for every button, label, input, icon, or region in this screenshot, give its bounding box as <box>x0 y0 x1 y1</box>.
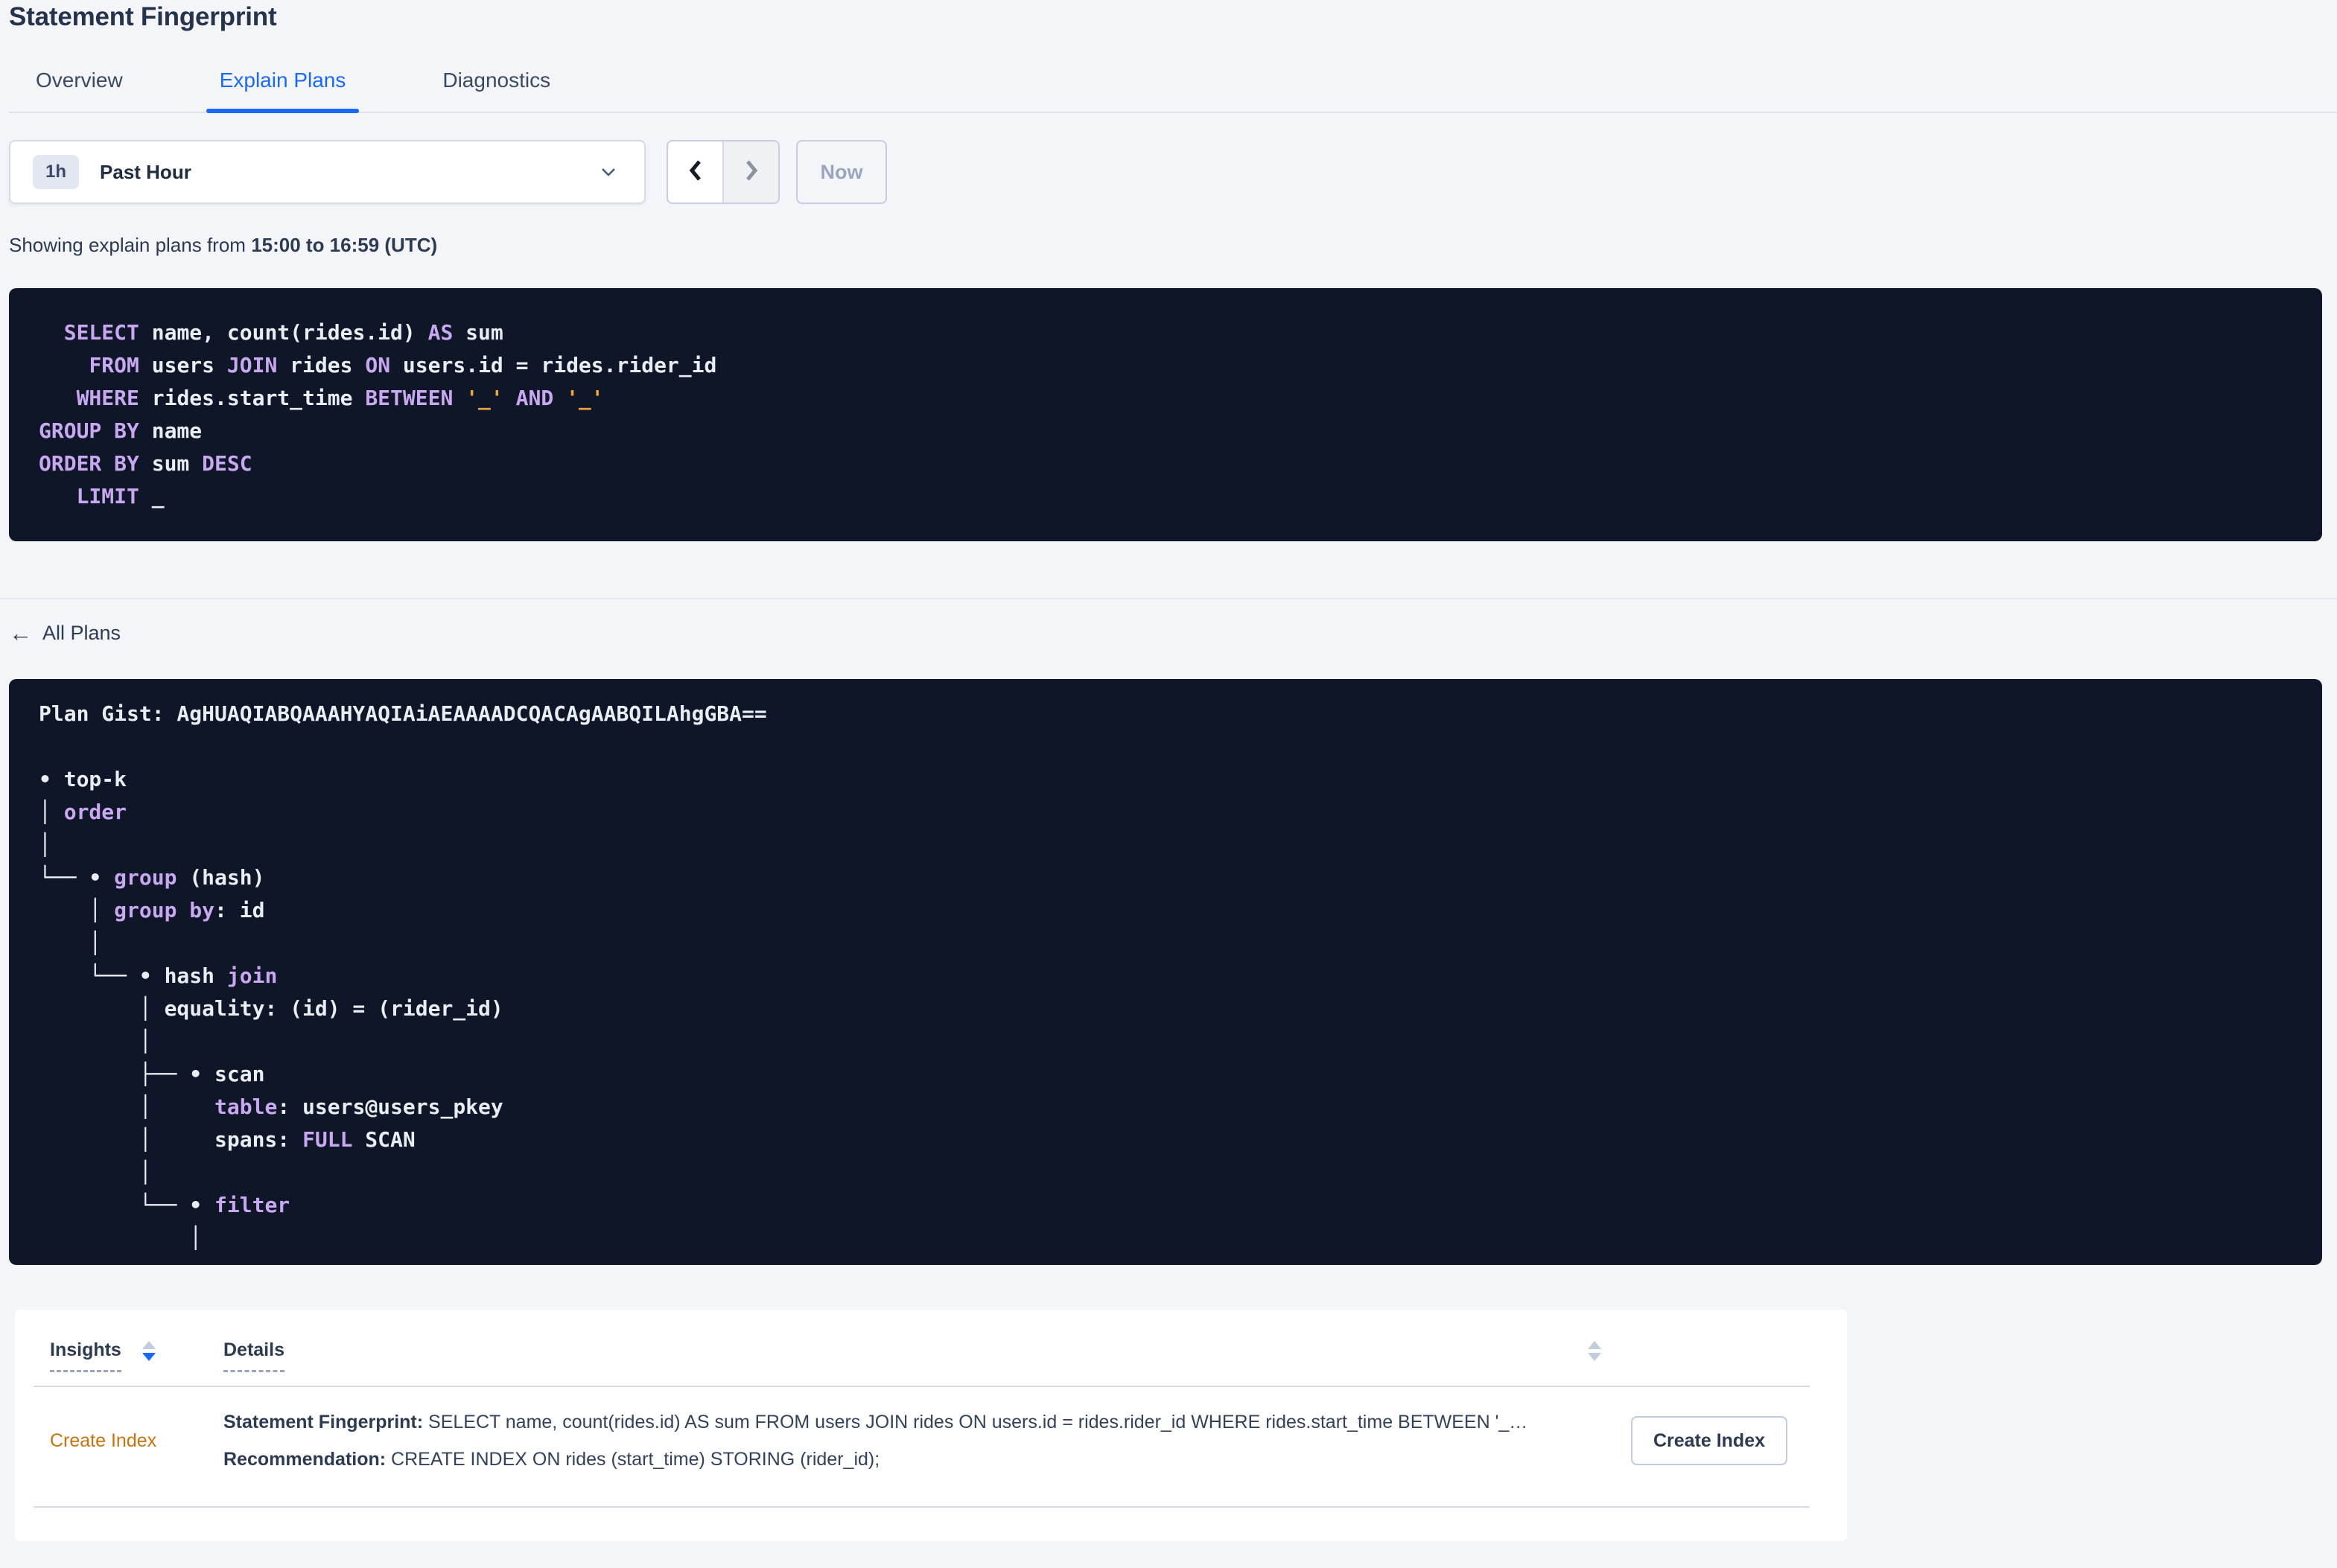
sort-down-icon <box>142 1353 156 1361</box>
tab-bar: Overview Explain Plans Diagnostics <box>9 68 2337 113</box>
chevron-down-icon <box>598 162 619 182</box>
recommendation-text: CREATE INDEX ON rides (start_time) STORI… <box>386 1449 880 1470</box>
sql-statement-block: SELECT name, count(rides.id) AS sum FROM… <box>9 288 2322 541</box>
sort-up-icon <box>1588 1341 1601 1349</box>
details-cell: Statement Fingerprint: SELECT name, coun… <box>223 1403 1613 1478</box>
showing-range: 15:00 to 16:59 (UTC) <box>251 234 438 256</box>
next-time-button[interactable] <box>724 141 778 203</box>
insights-table-header: Insights Details <box>34 1310 1810 1372</box>
chevron-left-icon <box>684 156 707 188</box>
details-header-label: Details <box>223 1339 284 1372</box>
recommendation-label: Recommendation: <box>223 1449 387 1470</box>
back-arrow-icon: ← <box>9 620 32 646</box>
section-divider <box>0 598 2337 599</box>
page: Statement Fingerprint Overview Explain P… <box>0 0 2337 1541</box>
tab-explain-plans[interactable]: Explain Plans <box>206 68 360 113</box>
insight-type-link[interactable]: Create Index <box>50 1430 223 1452</box>
details-column-header: Details <box>223 1339 1810 1372</box>
showing-range-text: Showing explain plans from 15:00 to 16:5… <box>9 234 2337 257</box>
statement-fingerprint-line: Statement Fingerprint: SELECT name, coun… <box>223 1403 1613 1441</box>
insights-table: Insights Details Create Index Statement … <box>15 1310 1847 1541</box>
time-range-dropdown[interactable]: 1h Past Hour <box>9 140 646 204</box>
time-range-label: Past Hour <box>100 160 191 183</box>
all-plans-link[interactable]: ← All Plans <box>9 622 121 645</box>
row-separator <box>34 1506 1810 1508</box>
sort-down-icon <box>1588 1353 1601 1361</box>
time-range-badge: 1h <box>33 155 80 189</box>
now-button[interactable]: Now <box>796 140 887 204</box>
tab-overview[interactable]: Overview <box>22 68 136 112</box>
insights-header-label: Insights <box>50 1339 121 1372</box>
page-title: Statement Fingerprint <box>9 2 277 31</box>
prev-time-button[interactable] <box>668 141 724 203</box>
sort-up-icon <box>142 1341 156 1349</box>
fingerprint-text: SELECT name, count(rides.id) AS sum FROM… <box>423 1412 1528 1432</box>
plan-gist-block: Plan Gist: AgHUAQIABQAAAHYAQIAiAEAAAADCQ… <box>9 679 2322 1265</box>
tab-diagnostics[interactable]: Diagnostics <box>429 68 564 112</box>
create-index-button[interactable]: Create Index <box>1630 1416 1787 1465</box>
fingerprint-label: Statement Fingerprint: <box>223 1412 424 1432</box>
all-plans-label: All Plans <box>42 622 121 644</box>
insights-column-header: Insights <box>50 1339 223 1372</box>
table-row: Create Index Statement Fingerprint: SELE… <box>15 1387 1847 1506</box>
time-picker-row: 1h Past Hour Now <box>9 140 2337 204</box>
recommendation-line: Recommendation: CREATE INDEX ON rides (s… <box>223 1441 1613 1478</box>
sort-icon-insights[interactable] <box>142 1341 156 1361</box>
sort-icon-details[interactable] <box>1588 1341 1601 1361</box>
chevron-right-icon <box>740 156 763 188</box>
showing-prefix: Showing explain plans from <box>9 234 252 256</box>
time-nav-group <box>667 140 780 204</box>
